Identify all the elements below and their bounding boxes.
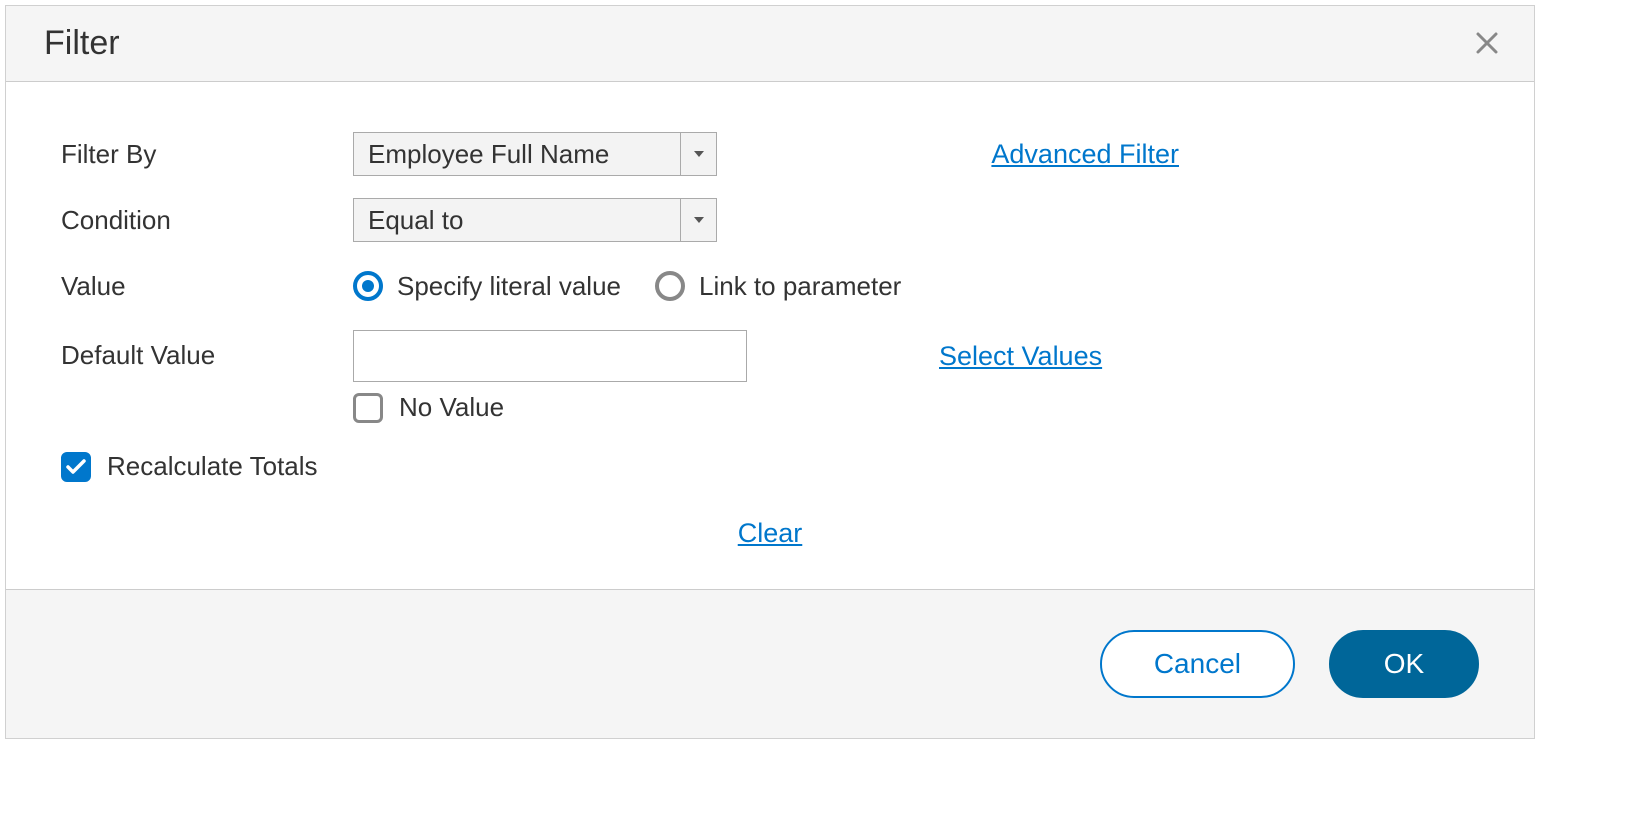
radio-unselected-icon [655,271,685,301]
no-value-checkbox[interactable] [353,393,383,423]
link-parameter-label: Link to parameter [699,271,901,302]
select-values-link[interactable]: Select Values [939,341,1102,372]
default-value-input[interactable] [353,330,747,382]
filter-by-label: Filter By [61,139,353,170]
ok-button[interactable]: OK [1329,630,1479,698]
advanced-filter-link[interactable]: Advanced Filter [991,139,1179,170]
filter-by-row: Filter By Employee Full Name Advanced Fi… [61,132,1479,176]
recalculate-totals-row[interactable]: Recalculate Totals [61,451,1479,482]
clear-link[interactable]: Clear [738,518,803,548]
dialog-header: Filter [6,6,1534,82]
dialog-body: Filter By Employee Full Name Advanced Fi… [6,82,1534,589]
condition-row: Condition Equal to [61,198,1479,242]
filter-dialog: Filter Filter By Employee Full Name Adva… [5,5,1535,739]
chevron-down-icon [680,133,716,175]
value-label: Value [61,271,353,302]
default-value-row: Default Value Select Values No Value [61,330,1479,423]
value-radio-group: Specify literal value Link to parameter [353,271,925,302]
recalculate-checkbox[interactable] [61,452,91,482]
condition-label: Condition [61,205,353,236]
dialog-title: Filter [44,24,120,63]
link-parameter-radio[interactable]: Link to parameter [655,271,901,302]
recalculate-label: Recalculate Totals [107,451,318,482]
default-value-label: Default Value [61,330,353,371]
dialog-footer: Cancel OK [6,589,1534,738]
close-icon[interactable] [1475,28,1499,60]
filter-by-select-value: Employee Full Name [354,133,680,175]
condition-select-value: Equal to [354,199,680,241]
chevron-down-icon [680,199,716,241]
cancel-button[interactable]: Cancel [1100,630,1295,698]
radio-selected-icon [353,271,383,301]
specify-literal-radio[interactable]: Specify literal value [353,271,621,302]
value-row: Value Specify literal value Link to para… [61,264,1479,308]
specify-literal-label: Specify literal value [397,271,621,302]
no-value-label: No Value [399,392,504,423]
no-value-checkbox-row[interactable]: No Value [353,392,504,423]
clear-link-row: Clear [61,518,1479,549]
filter-by-select[interactable]: Employee Full Name [353,132,717,176]
condition-select[interactable]: Equal to [353,198,717,242]
